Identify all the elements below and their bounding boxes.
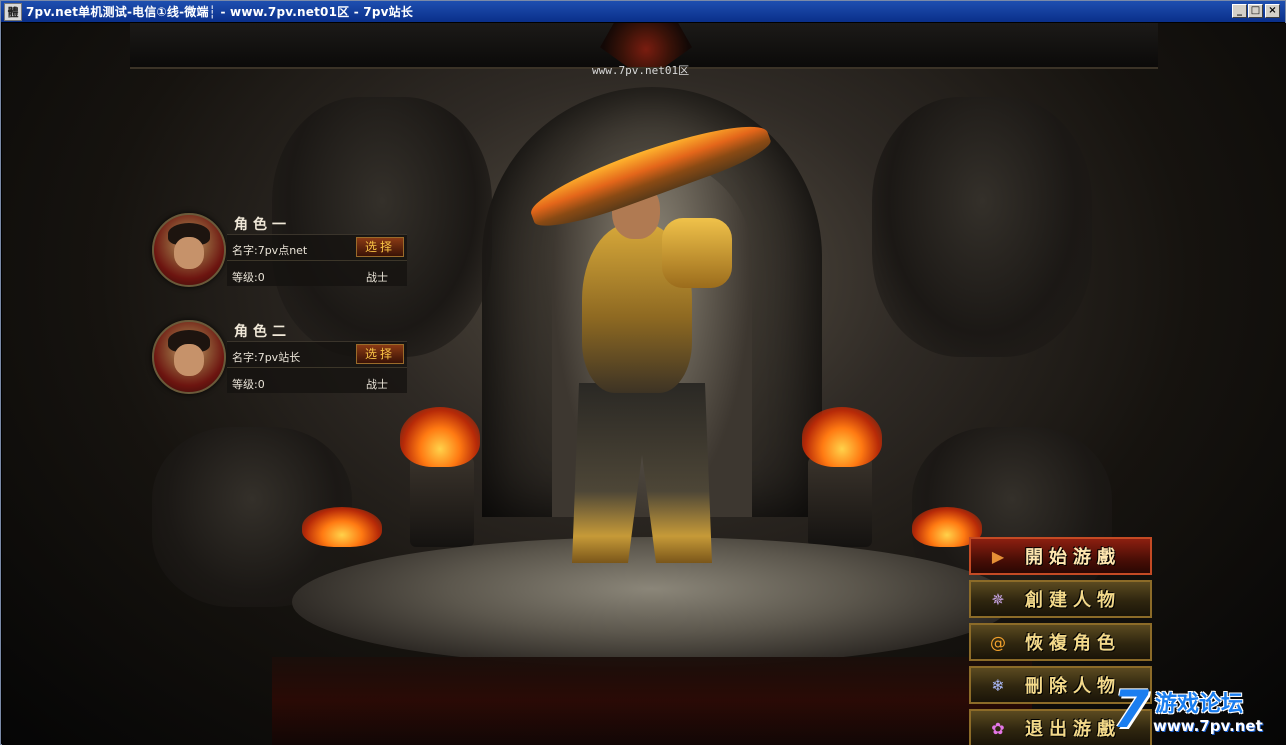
minimize-button[interactable]: _ <box>1232 4 1247 18</box>
window-title: 7pv.net单机测试-电信①线-微端┆ - www.7pv.net01区 - … <box>26 5 414 19</box>
brazier-fire-left <box>400 407 480 467</box>
select-button-1[interactable]: 选择 <box>356 237 404 257</box>
flower-icon: ✿ <box>991 718 1005 738</box>
maximize-button[interactable]: □ <box>1248 4 1263 18</box>
watermark-url: www.7pv.net <box>1153 717 1263 735</box>
brazier-fire-right <box>802 407 882 467</box>
restore-character-label: 恢複角色 <box>1025 633 1121 654</box>
character-name: 名字:7pv点net <box>232 244 308 257</box>
watermark-forum-text: 游戏论坛 <box>1155 692 1244 717</box>
character-portrait-2[interactable] <box>152 320 226 394</box>
start-game-label: 開始游戲 <box>1025 547 1121 568</box>
dragon-statue-top-right <box>872 97 1092 357</box>
character-level: 等级:0 <box>232 271 265 284</box>
create-character-label: 創建人物 <box>1025 590 1121 611</box>
character-class: 战士 <box>366 378 388 391</box>
character-level: 等级:0 <box>232 378 265 391</box>
restore-character-button[interactable]: @ 恢複角色 <box>969 623 1152 661</box>
create-character-button[interactable]: ✵ 創建人物 <box>969 580 1152 618</box>
watermark-seven: 7 <box>1113 680 1150 740</box>
slot-title: 角色一 <box>234 217 291 233</box>
warrior-shoulder-guard <box>662 218 732 288</box>
character-name: 名字:7pv站长 <box>232 351 301 364</box>
character-class: 战士 <box>366 271 388 284</box>
exit-game-label: 退出游戲 <box>1025 719 1121 740</box>
brazier-right <box>808 457 872 547</box>
start-game-button[interactable]: ▶ 開始游戲 <box>969 537 1152 575</box>
star-icon: ✵ <box>991 589 1005 609</box>
character-slot-1[interactable]: 角色一 名字:7pv点net 选择 等级:0 战士 <box>152 213 407 291</box>
play-icon: ▶ <box>991 546 1005 566</box>
slot-title: 角色二 <box>234 324 291 340</box>
close-button[interactable]: × <box>1265 4 1280 18</box>
game-window: 體 7pv.net单机测试-电信①线-微端┆ - www.7pv.net01区 … <box>0 0 1286 745</box>
game-viewport: www.7pv.net01区 角色一 名字:7pv点net 选择 等级:0 战士… <box>2 23 1286 745</box>
title-bar[interactable]: 體 7pv.net单机测试-电信①线-微端┆ - www.7pv.net01区 … <box>1 1 1285 22</box>
select-button-2[interactable]: 选择 <box>356 344 404 364</box>
spiral-icon: @ <box>990 632 1006 652</box>
lava-floor <box>272 657 1032 745</box>
divider <box>227 260 407 261</box>
app-icon: 體 <box>4 2 22 21</box>
snowflake-icon: ❄ <box>991 675 1005 695</box>
warrior-legs <box>572 383 712 563</box>
dragon-fire-left <box>302 507 382 547</box>
brazier-left <box>410 457 474 547</box>
character-slot-2[interactable]: 角色二 名字:7pv站长 选择 等级:0 战士 <box>152 320 407 398</box>
character-portrait-1[interactable] <box>152 213 226 287</box>
forum-watermark-logo: 7 游戏论坛 www.7pv.net <box>1113 680 1283 744</box>
divider <box>227 367 407 368</box>
delete-character-label: 刪除人物 <box>1025 676 1121 697</box>
